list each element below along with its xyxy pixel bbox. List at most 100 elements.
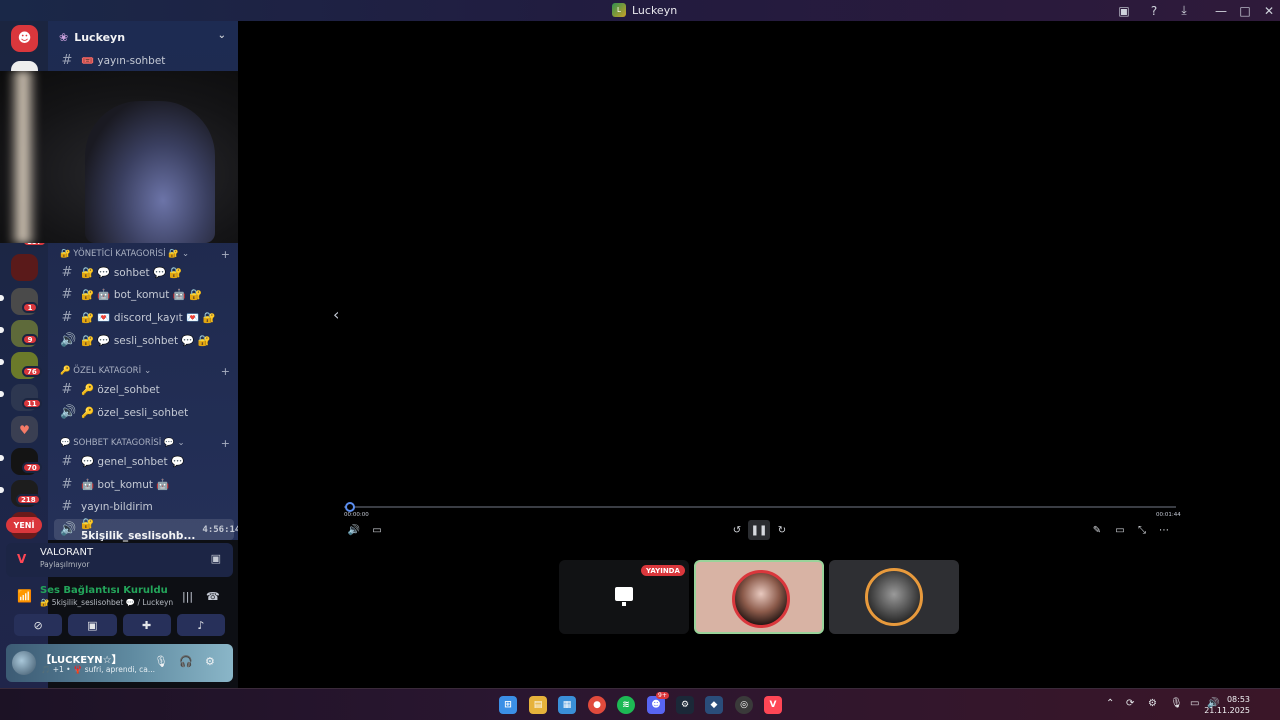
voice-timer: 4:56:14 (202, 524, 241, 535)
new-badge[interactable]: YENİ (6, 517, 42, 533)
channel-item[interactable]: # 🔐 🤖 bot_komut 🤖 🔐 (54, 284, 234, 305)
download-icon[interactable]: ⤓ (1176, 3, 1192, 18)
hash-icon: # (61, 454, 73, 469)
time-start: 00:00:00 (344, 512, 369, 518)
spotify-icon[interactable]: ≋ (617, 696, 635, 714)
gear-icon[interactable]: ⚙ (205, 655, 215, 668)
app-icon[interactable]: ◆ (705, 696, 723, 714)
category-admin[interactable]: 🔐 YÖNETİCİ KATAGORİSİ 🔐 ⌄ + (60, 247, 230, 261)
channel-item[interactable]: # 🎟️ yayın-sohbet (54, 50, 234, 71)
clock-time: 08:53 (1226, 695, 1250, 704)
channel-item[interactable]: # 🔐 💬 sohbet 💬 🔐 (54, 262, 234, 283)
voice-channel-path[interactable]: 🔐 5kişilik_seslisohbet 💬 / Luckeyn (40, 598, 173, 607)
unread-pip (0, 391, 4, 397)
minimize-icon[interactable]: — (1213, 3, 1229, 18)
server-header[interactable]: ❀ Luckeyn ⌄ (48, 21, 238, 53)
server-logo-icon: L (612, 3, 626, 17)
webcam-person (85, 101, 215, 243)
activity-status: Paylaşılmıyor (40, 560, 90, 569)
discord-home-icon[interactable]: ☻ (11, 25, 38, 52)
windows-taskbar: ⊞ ▤ ▦ ● ≋ ☻ 9+ ⚙ ◆ ◎ V ⌃ ⟳ ⚙ 🎙 ▭ 🔊 08:53… (0, 688, 1280, 720)
volume-icon[interactable]: 🔊 (345, 522, 363, 538)
monitor-icon (615, 587, 633, 606)
camera-off-button[interactable]: ⊘ (14, 614, 63, 636)
channel-item[interactable]: # 🔐 💌 discord_kayıt 💌 🔐 (54, 307, 234, 328)
category-private[interactable]: 🔑 ÖZEL KATAGORİ ⌄ + (60, 364, 230, 378)
seek-handle[interactable] (345, 502, 355, 512)
username[interactable]: 【LUCKEYN☆】 (41, 651, 122, 666)
soundboard-button[interactable]: ♪ (176, 614, 225, 636)
light-strip (8, 71, 38, 243)
participant-tile[interactable] (694, 560, 824, 634)
edit-icon[interactable]: ✎ (1088, 522, 1106, 538)
activity-panel[interactable]: V VALORANT Paylaşılmıyor ▣ (6, 543, 233, 577)
server-name: Luckeyn (74, 30, 126, 44)
channel-label: 🔐 💬 sohbet 💬 🔐 (81, 267, 183, 279)
share-screen-icon[interactable]: ▣ (211, 552, 221, 565)
disconnect-icon[interactable]: ☎ (206, 590, 220, 603)
participant-tile[interactable] (829, 560, 959, 634)
heart-server-icon[interactable]: ♥ (11, 416, 38, 443)
speaker-icon: 🔊 (60, 333, 77, 348)
hash-icon: # (61, 287, 73, 302)
hash-icon: # (61, 265, 73, 280)
voice-channel-item[interactable]: 🔊 🔑 özel_sesli_sohbet (54, 402, 234, 423)
channel-label: yayın-bildirim (81, 500, 153, 513)
headphones-icon[interactable]: 🎧 (179, 655, 193, 668)
subtitles-icon[interactable]: ▭ (368, 522, 386, 538)
server-icon[interactable] (11, 254, 38, 281)
channel-item[interactable]: # 💬 genel_sohbet 💬 (54, 451, 234, 472)
add-channel-icon[interactable]: + (221, 248, 230, 261)
title-bar: L Luckeyn ▣ ? ⤓ — □ ✕ (0, 0, 1280, 21)
seek-bar[interactable] (344, 506, 1176, 508)
file-explorer-icon[interactable]: ▤ (529, 696, 547, 714)
start-icon[interactable]: ⊞ (499, 696, 517, 714)
participant-avatar (865, 568, 923, 626)
clock[interactable]: 08:53 21.11.2025 (1204, 694, 1250, 716)
unread-badge: 70 (22, 462, 42, 473)
chevron-up-icon[interactable]: ⌃ (1106, 698, 1114, 709)
channel-label: 🔐 🤖 bot_komut 🤖 🔐 (81, 289, 203, 301)
pip-icon[interactable]: ▭ (1111, 522, 1129, 538)
forward-icon[interactable]: ↻ (773, 522, 791, 538)
close-icon[interactable]: ✕ (1261, 3, 1277, 18)
app-icon[interactable]: ◎ (735, 696, 753, 714)
category-chat[interactable]: 💬 SOHBET KATAGORİSİ 💬 ⌄ + (60, 436, 230, 450)
minimize-view-icon[interactable]: ⤡ (1133, 522, 1151, 538)
network-icon[interactable]: ▭ (1190, 698, 1199, 709)
unread-badge: 76 (22, 366, 42, 377)
screen-share-icon[interactable]: ▣ (1116, 3, 1132, 18)
rewind-icon[interactable]: ↺ (728, 522, 746, 538)
maximize-icon[interactable]: □ (1237, 3, 1253, 18)
stream-tile[interactable]: YAYINDA (559, 560, 689, 634)
microphone-icon[interactable]: 🎙 (154, 655, 168, 668)
discord-app: L Luckeyn ▣ ? ⤓ — □ ✕ ☻ ♥ 157 1 9 76 11 … (0, 0, 1280, 720)
category-label: 💬 SOHBET KATAGORİSİ 💬 (60, 438, 175, 448)
avatar[interactable] (12, 651, 36, 675)
channel-item[interactable]: # 🤖 bot_komut 🤖 (54, 474, 234, 495)
add-channel-icon[interactable]: + (221, 437, 230, 450)
voice-channel-item[interactable]: 🔊 🔐 💬 sesli_sohbet 💬 🔐 (54, 330, 234, 351)
mic-tray-icon[interactable]: 🎙 (1170, 698, 1183, 709)
help-icon[interactable]: ? (1146, 3, 1162, 18)
category-label: 🔑 ÖZEL KATAGORİ (60, 366, 142, 376)
screen-share-button[interactable]: ▣ (68, 614, 117, 636)
chevron-left-icon[interactable]: ‹ (333, 305, 339, 324)
activities-button[interactable]: ✚ (122, 614, 171, 636)
more-icon[interactable]: ⋯ (1155, 522, 1173, 538)
add-channel-icon[interactable]: + (221, 365, 230, 378)
chrome-icon[interactable]: ● (588, 696, 606, 714)
unread-pip (0, 487, 4, 493)
channel-item[interactable]: # 🔑 özel_sohbet (54, 379, 234, 400)
steam-icon[interactable]: ⚙ (676, 696, 694, 714)
voice-status[interactable]: Ses Bağlantısı Kuruldu (40, 585, 168, 596)
sync-icon[interactable]: ⟳ (1126, 698, 1134, 709)
valorant-icon[interactable]: V (764, 696, 782, 714)
channel-label: 🔐 💬 sesli_sohbet 💬 🔐 (81, 335, 211, 347)
store-icon[interactable]: ▦ (558, 696, 576, 714)
channel-item[interactable]: # yayın-bildirim (54, 496, 234, 517)
pause-button[interactable]: ❚❚ (748, 520, 770, 540)
noise-suppression-icon[interactable]: ||| (182, 590, 193, 603)
active-voice-channel[interactable]: 🔊 🔐 5kişilik_seslisohb... 4:56:14 (54, 518, 240, 542)
steam-tray-icon[interactable]: ⚙ (1148, 698, 1157, 709)
